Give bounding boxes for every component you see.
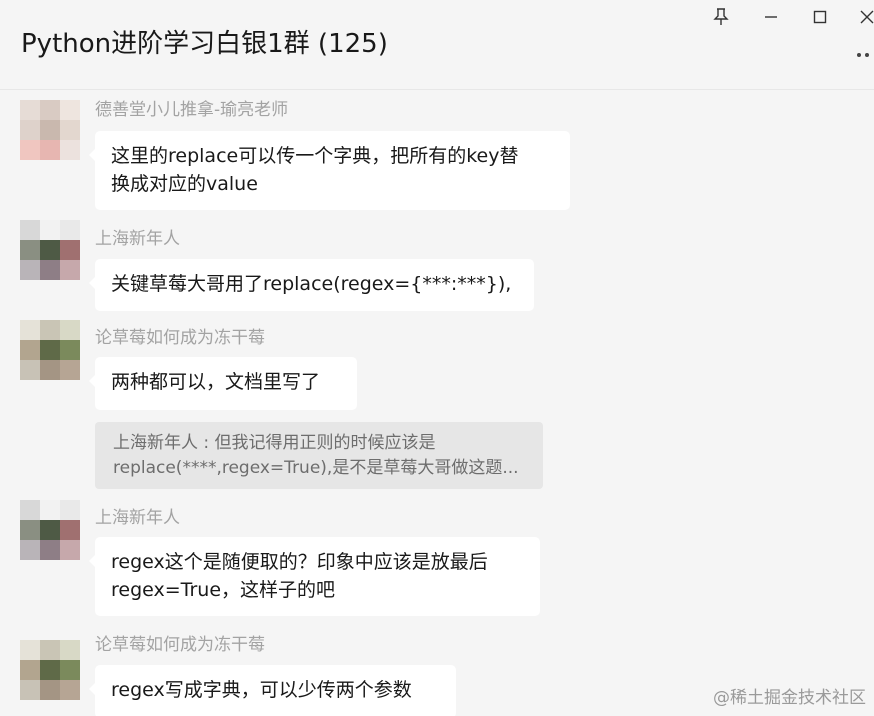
quoted-message[interactable]: 上海新年人 : 但我记得用正则的时候应该是 replace(****,regex…: [95, 422, 543, 489]
message-bubble: regex这个是随便取的？印象中应该是放最后 regex=True，这样子的吧: [89, 537, 540, 616]
avatar[interactable]: [20, 500, 80, 560]
message-text: regex这个是随便取的？印象中应该是放最后: [111, 551, 488, 573]
sender-name: 上海新年人: [95, 229, 180, 249]
message-text: 关键草莓大哥用了replace(regex={***:***}),: [111, 273, 512, 295]
message-text: 换成对应的value: [111, 173, 258, 195]
avatar[interactable]: [20, 220, 80, 280]
message-text: 两种都可以，文档里写了: [111, 371, 321, 393]
message-text: regex写成字典，可以少传两个参数: [111, 679, 412, 701]
message-bubble: 关键草莓大哥用了replace(regex={***:***}),: [89, 259, 534, 311]
message-text: 这里的replace可以传一个字典，把所有的key替: [111, 145, 519, 167]
chat-title: Python进阶学习白银1群 (125): [21, 29, 388, 59]
sender-name: 论草莓如何成为冻干莓: [95, 635, 265, 655]
message-bubble: regex写成字典，可以少传两个参数: [89, 665, 456, 716]
sender-name: 德善堂小儿推拿-瑜亮老师: [95, 100, 289, 120]
pin-icon[interactable]: [706, 3, 736, 31]
avatar[interactable]: [20, 640, 80, 700]
avatar[interactable]: [20, 100, 80, 160]
watermark: @稀土掘金技术社区: [713, 688, 866, 708]
quote-line: 上海新年人 : 但我记得用正则的时候应该是: [113, 433, 436, 453]
minimize-icon[interactable]: [756, 3, 786, 31]
message-text: regex=True，这样子的吧: [111, 579, 336, 601]
message-bubble: 这里的replace可以传一个字典，把所有的key替 换成对应的value: [89, 131, 570, 210]
close-icon[interactable]: [852, 3, 874, 31]
more-dots-icon[interactable]: [852, 44, 874, 66]
quote-line: replace(****,regex=True),是不是草莓大哥做这题...: [113, 458, 519, 478]
avatar[interactable]: [20, 320, 80, 380]
message-bubble: 两种都可以，文档里写了: [89, 357, 357, 410]
maximize-icon[interactable]: [805, 3, 835, 31]
sender-name: 上海新年人: [95, 508, 180, 528]
sender-name: 论草莓如何成为冻干莓: [95, 328, 265, 348]
chat-header: Python进阶学习白银1群 (125): [0, 0, 874, 90]
